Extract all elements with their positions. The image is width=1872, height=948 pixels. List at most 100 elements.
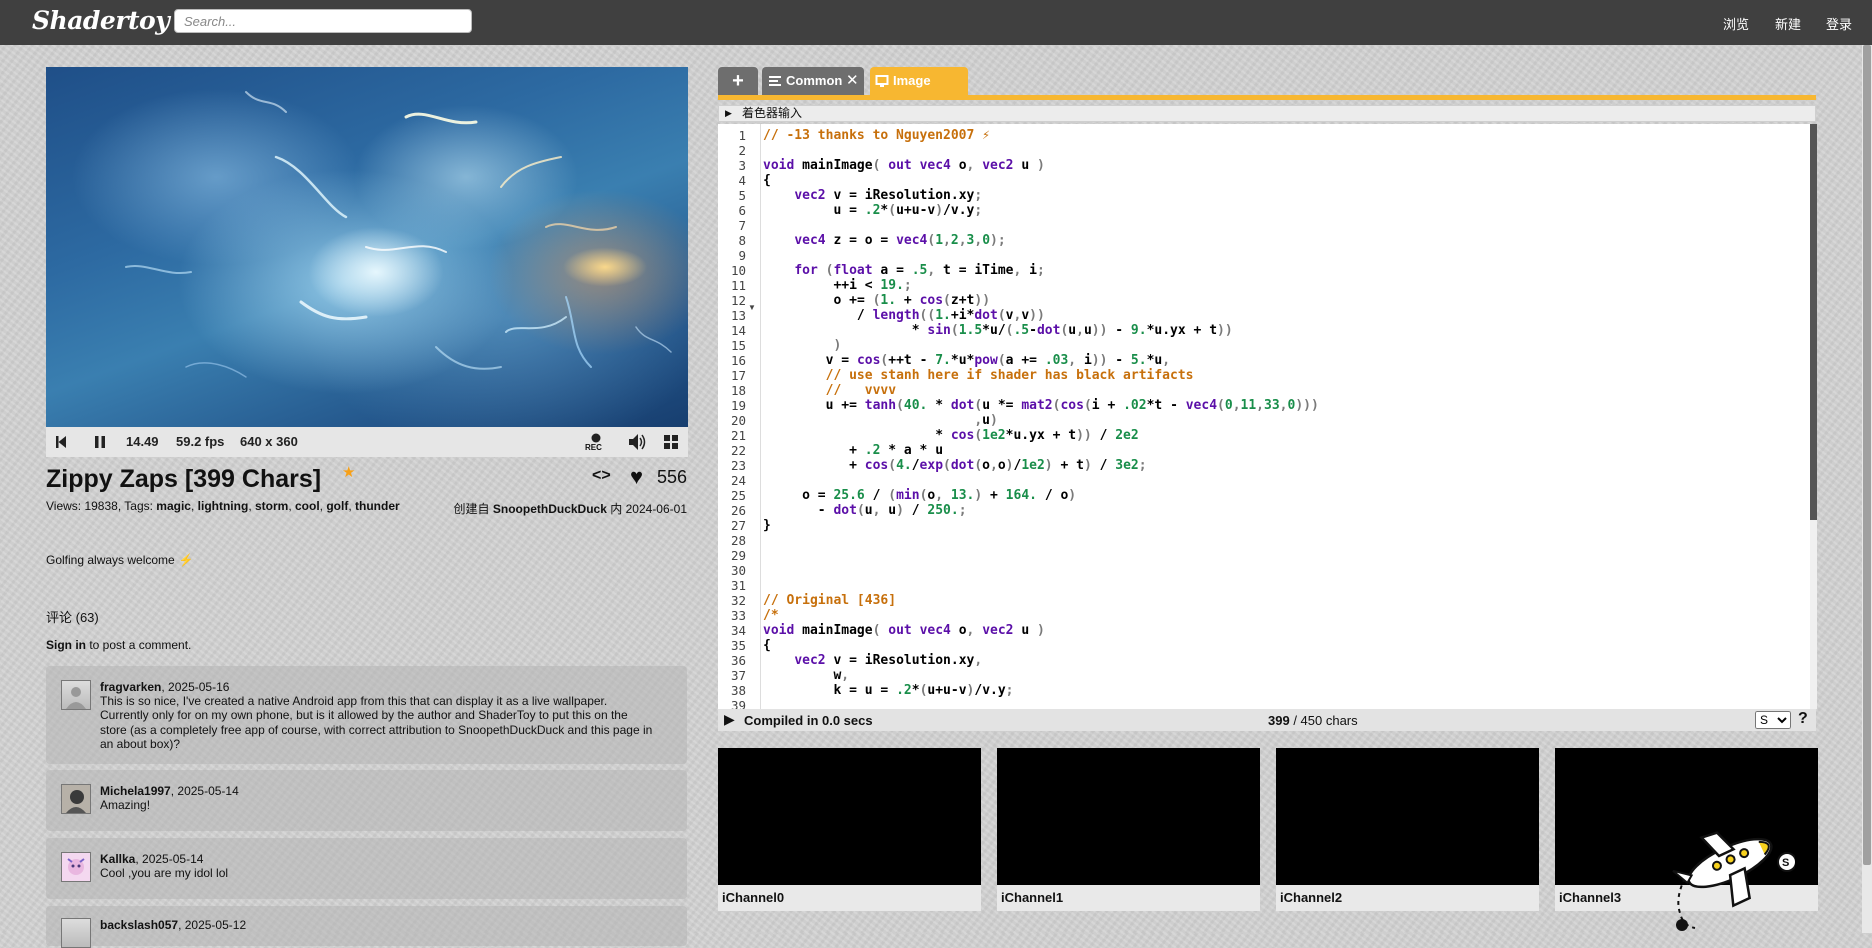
tab-common-label: Common	[786, 73, 843, 88]
comment-user[interactable]: Kallka	[100, 852, 135, 866]
avatar[interactable]	[61, 784, 91, 814]
channel-slot-0[interactable]: iChannel0	[718, 748, 981, 911]
nav-login-link[interactable]: 登录	[1826, 14, 1852, 33]
editor-scrollbar[interactable]	[1810, 124, 1817, 709]
search-input[interactable]	[174, 9, 472, 33]
code-line[interactable]: ++i < 19.;	[763, 278, 911, 293]
code-line[interactable]: {	[763, 638, 771, 653]
line-number: 32	[730, 593, 746, 608]
code-line[interactable]: w,	[763, 668, 849, 683]
channel-slot-2[interactable]: iChannel2	[1276, 748, 1539, 911]
help-button[interactable]: ?	[1798, 710, 1808, 728]
code-line[interactable]: * cos(1e2*u.yx + t)) / 2e2	[763, 428, 1139, 443]
airplane-mascot-icon[interactable]: S	[1655, 818, 1795, 933]
code-line[interactable]: v = cos(++t - 7.*u*pow(a += .03, i)) - 5…	[763, 353, 1170, 368]
tag-link[interactable]: thunder	[355, 499, 400, 513]
compile-play-icon[interactable]: ▶	[724, 711, 735, 728]
fold-arrow-icon[interactable]: ▼	[748, 303, 756, 312]
code-line[interactable]: ,u)	[763, 413, 997, 428]
comment-user[interactable]: Michela1997	[100, 784, 171, 798]
avatar[interactable]	[61, 680, 91, 710]
code-line[interactable]: void mainImage( out vec4 o, vec2 u )	[763, 158, 1045, 173]
code-line[interactable]: )	[763, 338, 841, 353]
page-scrollbar-thumb[interactable]	[1863, 45, 1871, 865]
shader-inputs-toggle[interactable]: ▶ 着色器输入	[718, 105, 1816, 122]
code-line[interactable]: /*	[763, 608, 779, 623]
tag-link[interactable]: magic	[156, 499, 191, 513]
comment-line: Amazing!	[100, 798, 151, 812]
page-scrollbar[interactable]	[1862, 45, 1872, 933]
code-line[interactable]: // use stanh here if shader has black ar…	[763, 368, 1194, 383]
line-number: 28	[730, 533, 746, 548]
code-line[interactable]: + cos(4./exp(dot(o,o)/1e2) + t) / 3e2;	[763, 458, 1146, 473]
tag-link[interactable]: storm	[255, 499, 288, 513]
line-number: 9	[738, 248, 746, 263]
comment-text: Amazing!	[100, 798, 665, 812]
comment-text: This is so nice, I've created a native A…	[100, 694, 665, 751]
char-count-value: 399	[1268, 713, 1290, 728]
char-count-suffix: / 450 chars	[1289, 713, 1358, 728]
code-editor[interactable]: 1 2 3 4 5 6 7 8 9 10 11 12 13 14 15 16 17 18 19 20 21 22 23 24 2…	[718, 124, 1811, 709]
line-number: 38	[730, 683, 746, 698]
signin-link[interactable]: Sign in	[46, 638, 86, 652]
line-number: 24	[730, 473, 746, 488]
code-icon[interactable]: <>	[592, 467, 611, 485]
channel-label: iChannel1	[997, 885, 1260, 911]
comment-user[interactable]: fragvarken	[100, 680, 161, 694]
code-line[interactable]: // Original [436]	[763, 593, 896, 608]
line-number: 37	[730, 668, 746, 683]
logo[interactable]: Shadertoy	[32, 6, 170, 35]
code-line[interactable]: void mainImage( out vec4 o, vec2 u )	[763, 623, 1045, 638]
code-line[interactable]: u = .2*(u+u-v)/v.y;	[763, 203, 982, 218]
line-number: 34	[730, 623, 746, 638]
tag-link[interactable]: lightning	[198, 499, 249, 513]
shader-canvas[interactable]	[46, 67, 688, 427]
comment-line: This is so nice, I've created a native A…	[100, 694, 608, 708]
code-line[interactable]: / length((1.+i*dot(v,v))	[763, 308, 1045, 323]
code-line[interactable]: // vvvv	[763, 383, 896, 398]
code-line[interactable]: k = u = .2*(u+u-v)/v.y;	[763, 683, 1013, 698]
tab-common[interactable]: Common ✕	[762, 67, 864, 95]
channel-label: iChannel2	[1276, 885, 1539, 911]
code-line[interactable]: vec2 v = iResolution.xy,	[763, 653, 982, 668]
comment-header: Kallka, 2025-05-14	[100, 852, 204, 866]
nav-new-link[interactable]: 新建	[1775, 14, 1801, 33]
record-icon[interactable]	[590, 427, 602, 457]
volume-icon[interactable]	[626, 427, 648, 457]
author-link[interactable]: SnoopethDuckDuck	[493, 502, 607, 516]
rewind-icon[interactable]	[54, 427, 68, 457]
code-line[interactable]: // -13 thanks to Nguyen2007 ⚡	[763, 128, 990, 143]
channel-label: iChannel0	[718, 885, 981, 911]
heart-icon[interactable]: ♥	[630, 464, 643, 490]
tab-image-label: Image	[893, 73, 931, 88]
comment-user[interactable]: backslash057	[100, 918, 178, 932]
comment-item: fragvarken, 2025-05-16 This is so nice, …	[46, 666, 687, 764]
tag-link[interactable]: cool	[295, 499, 320, 513]
code-line[interactable]: for (float a = .5, t = iTime, i;	[763, 263, 1045, 278]
add-tab-button[interactable]: +	[718, 67, 758, 95]
code-line[interactable]: * sin(1.5*u/(.5-dot(u,u)) - 9.*u.yx + t)…	[763, 323, 1233, 338]
code-line[interactable]: vec4 z = o = vec4(1,2,3,0);	[763, 233, 1005, 248]
code-line[interactable]: o = 25.6 / (min(o, 13.) + 164. / o)	[763, 488, 1076, 503]
tab-image[interactable]: Image	[870, 67, 968, 95]
code-line[interactable]: vec2 v = iResolution.xy;	[763, 188, 982, 203]
avatar[interactable]	[61, 852, 91, 882]
created-prefix: 创建自	[453, 502, 490, 516]
close-tab-icon[interactable]: ✕	[846, 67, 859, 95]
code-line[interactable]: - dot(u, u) / 250.;	[763, 503, 967, 518]
channel-slot-1[interactable]: iChannel1	[997, 748, 1260, 911]
pause-icon[interactable]	[93, 427, 107, 457]
font-size-select[interactable]: S	[1755, 711, 1791, 729]
code-line[interactable]: + .2 * a * u	[763, 443, 943, 458]
editor-scrollbar-thumb[interactable]	[1810, 124, 1817, 520]
code-line[interactable]: {	[763, 173, 771, 188]
record-label: REC	[585, 443, 602, 452]
code-line[interactable]: }	[763, 518, 771, 533]
line-number: 18	[730, 383, 746, 398]
avatar[interactable]	[61, 918, 91, 948]
code-line[interactable]: u += tanh(40. * dot(u *= mat2(cos(i + .0…	[763, 398, 1319, 413]
nav-browse-link[interactable]: 浏览	[1723, 14, 1749, 33]
fullscreen-icon[interactable]	[663, 427, 679, 457]
code-line[interactable]: o += (1. + cos(z+t))	[763, 293, 990, 308]
tag-link[interactable]: golf	[326, 499, 348, 513]
